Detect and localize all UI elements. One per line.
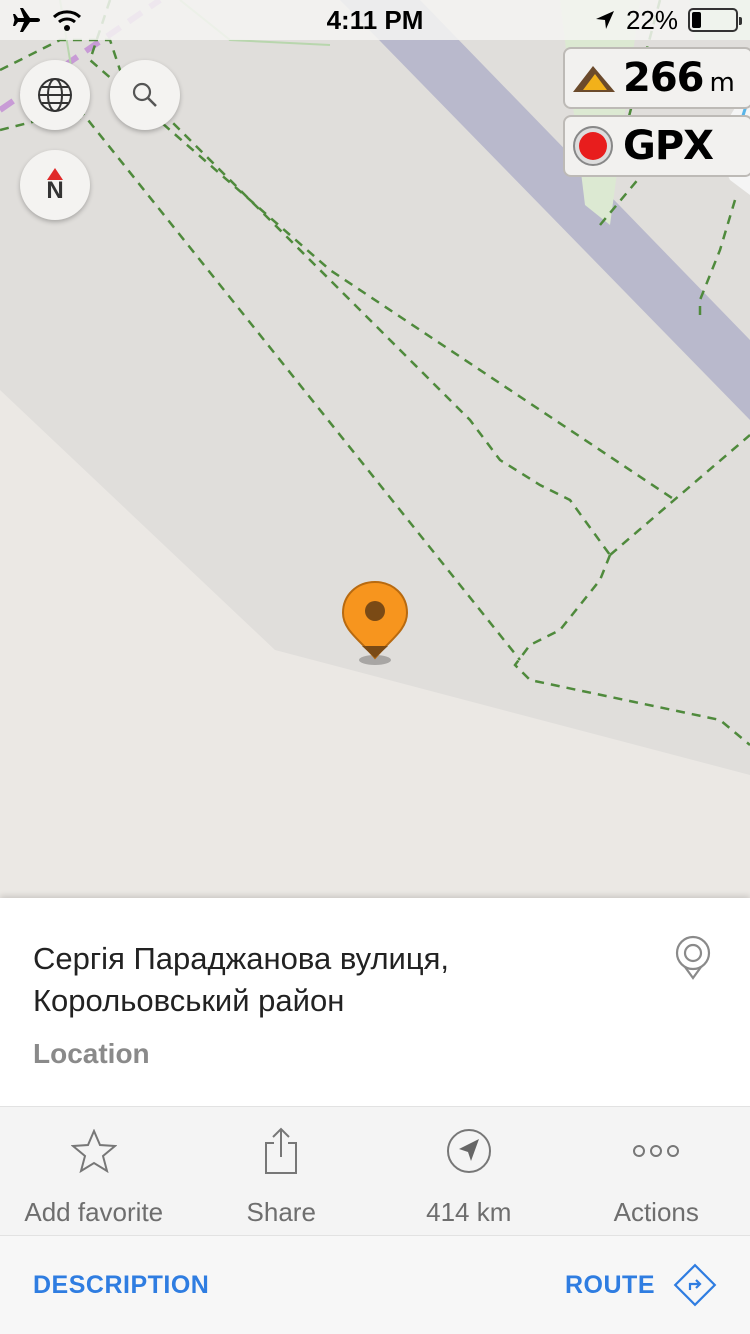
airplane-icon <box>13 8 40 32</box>
mountain-icon <box>573 66 615 92</box>
clock: 4:11 PM <box>326 4 424 35</box>
globe-button[interactable] <box>20 60 90 130</box>
wifi-icon <box>52 10 82 31</box>
distance-button[interactable]: 414 km <box>375 1107 563 1235</box>
place-title-line2: Корольовський район <box>33 983 345 1018</box>
compass-label: N <box>46 177 64 204</box>
compass-north-icon: N <box>46 168 64 204</box>
actions-label: Actions <box>613 1197 699 1227</box>
battery-icon <box>687 8 742 32</box>
gpx-label: GPX <box>623 123 714 169</box>
place-type: Location <box>33 1038 150 1069</box>
route-button[interactable]: ROUTE <box>565 1263 717 1307</box>
description-button[interactable]: DESCRIPTION <box>33 1271 209 1300</box>
altitude-unit: m <box>709 68 735 98</box>
direction-arrow-icon <box>446 1129 491 1173</box>
action-bar: Add favorite Share 414 km Actions <box>0 1106 750 1236</box>
gpx-widget[interactable]: GPX <box>563 115 750 177</box>
location-marker-icon[interactable] <box>340 580 410 670</box>
star-icon <box>70 1129 117 1173</box>
location-arrow-icon <box>595 11 614 29</box>
map-pin-icon[interactable] <box>672 934 714 982</box>
status-bar: 4:11 PM 22% <box>0 0 750 40</box>
place-sheet: Сергія Параджанова вулиця, Корольовський… <box>0 898 750 1334</box>
search-icon <box>132 82 157 107</box>
add-favorite-button[interactable]: Add favorite <box>0 1107 188 1235</box>
actions-button[interactable]: Actions <box>563 1107 750 1235</box>
record-icon <box>573 126 613 166</box>
altitude-widget[interactable]: 266 m <box>563 47 750 109</box>
map-view[interactable]: N 266 m GPX <box>0 0 750 900</box>
more-dots-icon <box>633 1145 680 1157</box>
compass-button[interactable]: N <box>20 150 90 220</box>
share-label: Share <box>246 1197 316 1227</box>
add-favorite-label: Add favorite <box>24 1197 164 1227</box>
sheet-footer: DESCRIPTION ROUTE <box>0 1236 750 1334</box>
battery-percent: 22% <box>625 4 678 35</box>
route-label: ROUTE <box>565 1270 655 1299</box>
distance-label: 414 km <box>426 1197 512 1227</box>
battery-fill <box>691 12 702 28</box>
share-button[interactable]: Share <box>188 1107 376 1235</box>
route-diamond-icon <box>673 1263 717 1307</box>
place-title: Сергія Параджанова вулиця, Корольовський… <box>33 938 633 1022</box>
globe-icon <box>38 78 72 112</box>
search-button[interactable] <box>110 60 180 130</box>
altitude-value: 266 <box>623 55 704 101</box>
place-title-line1: Сергія Параджанова вулиця, <box>33 941 450 976</box>
share-icon <box>265 1127 298 1174</box>
